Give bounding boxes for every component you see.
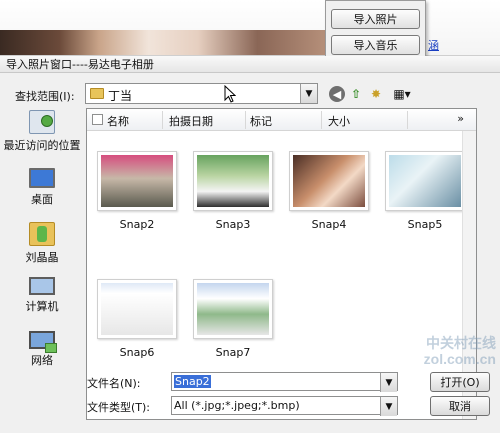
- watermark-line2: zol.com.cn: [423, 351, 496, 367]
- filename-row: 文件名(N): Snap2 ▼ 打开(O): [0, 372, 500, 392]
- file-item[interactable]: Snap5: [385, 151, 465, 231]
- filetype-label: 文件类型(T):: [87, 401, 151, 414]
- more-columns-icon[interactable]: »: [457, 112, 464, 125]
- import-popup-menu: 导入照片 导入音乐: [325, 0, 426, 58]
- watermark-line1: 中关村在线: [426, 335, 496, 351]
- column-date-taken[interactable]: 拍摄日期: [169, 113, 213, 129]
- thumbnail: [97, 151, 177, 211]
- user-folder-icon: [29, 222, 55, 246]
- filetype-value: All (*.jpg;*.jpeg;*.bmp): [174, 399, 300, 412]
- filetype-select[interactable]: All (*.jpg;*.jpeg;*.bmp) ▼: [171, 396, 398, 416]
- chevron-down-icon[interactable]: ▼: [380, 397, 397, 416]
- look-in-combo[interactable]: 丁当 ▼: [85, 83, 318, 104]
- file-name: Snap3: [215, 218, 251, 231]
- file-item[interactable]: Snap2: [97, 151, 177, 231]
- background-link[interactable]: 涵: [428, 37, 439, 53]
- place-network[interactable]: 网络: [0, 331, 84, 368]
- filename-input[interactable]: Snap2 ▼: [171, 372, 398, 392]
- desktop-icon: [29, 168, 55, 188]
- file-item[interactable]: Snap3: [193, 151, 273, 231]
- file-item[interactable]: Snap4: [289, 151, 369, 231]
- new-folder-icon[interactable]: ✸: [367, 85, 385, 103]
- open-file-dialog: 导入照片窗口----易达电子相册 查找范围(I): 丁当 ▼ ◀ ⇧ ✸ ▦▾ …: [0, 56, 500, 433]
- chevron-down-icon[interactable]: ▼: [380, 373, 397, 392]
- recent-places-icon: [29, 110, 55, 134]
- column-divider[interactable]: [245, 111, 246, 129]
- network-icon: [29, 331, 57, 353]
- place-recent-label: 最近访问的位置: [3, 139, 81, 152]
- import-music-button[interactable]: 导入音乐: [331, 35, 420, 55]
- chevron-down-icon[interactable]: ▼: [300, 84, 317, 103]
- import-photos-button[interactable]: 导入照片: [331, 9, 420, 29]
- column-divider[interactable]: [321, 111, 322, 129]
- thumbnail: [193, 151, 273, 211]
- background-photo-strip: [0, 30, 330, 55]
- open-button[interactable]: 打开(O): [430, 372, 490, 392]
- cancel-button[interactable]: 取消: [430, 396, 490, 416]
- place-user[interactable]: 刘晶晶: [0, 222, 84, 265]
- look-in-label: 查找范围(I):: [15, 90, 75, 103]
- look-in-row: 查找范围(I): 丁当 ▼ ◀ ⇧ ✸ ▦▾: [0, 83, 500, 107]
- file-name: Snap6: [119, 346, 155, 359]
- file-item[interactable]: Snap7: [193, 279, 273, 359]
- file-name: Snap2: [119, 218, 155, 231]
- column-divider[interactable]: [162, 111, 163, 129]
- file-name: Snap4: [311, 218, 347, 231]
- place-desktop[interactable]: 桌面: [0, 168, 84, 207]
- up-folder-icon[interactable]: ⇧: [347, 85, 365, 103]
- place-desktop-label: 桌面: [31, 193, 53, 206]
- column-name[interactable]: 名称: [107, 113, 129, 129]
- back-icon[interactable]: ◀: [328, 85, 346, 103]
- place-recent[interactable]: 最近访问的位置: [0, 110, 84, 153]
- place-computer-label: 计算机: [25, 300, 59, 313]
- views-menu-icon[interactable]: ▦▾: [388, 85, 416, 103]
- dialog-title: 导入照片窗口----易达电子相册: [0, 56, 500, 73]
- filetype-row: 文件类型(T): All (*.jpg;*.jpeg;*.bmp) ▼ 取消: [0, 396, 500, 416]
- column-size[interactable]: 大小: [328, 113, 350, 129]
- computer-icon: [29, 277, 55, 295]
- column-divider[interactable]: [407, 111, 408, 129]
- thumbnail: [289, 151, 369, 211]
- filename-value: Snap2: [174, 375, 211, 388]
- place-user-label: 刘晶晶: [25, 251, 59, 264]
- place-computer[interactable]: 计算机: [0, 277, 84, 314]
- file-name: Snap7: [215, 346, 251, 359]
- column-header: 名称 拍摄日期 标记 大小 »: [87, 109, 476, 131]
- watermark: 中关村在线 zol.com.cn: [398, 335, 496, 375]
- select-all-checkbox[interactable]: [92, 114, 103, 125]
- filename-label: 文件名(N):: [87, 377, 141, 390]
- look-in-value: 丁当: [108, 89, 133, 103]
- place-network-label: 网络: [31, 354, 53, 367]
- thumbnail: [97, 279, 177, 339]
- thumbnail: [385, 151, 465, 211]
- column-tags[interactable]: 标记: [250, 113, 272, 129]
- folder-icon: [90, 88, 104, 99]
- file-name: Snap5: [407, 218, 443, 231]
- file-item[interactable]: Snap6: [97, 279, 177, 359]
- thumbnail: [193, 279, 273, 339]
